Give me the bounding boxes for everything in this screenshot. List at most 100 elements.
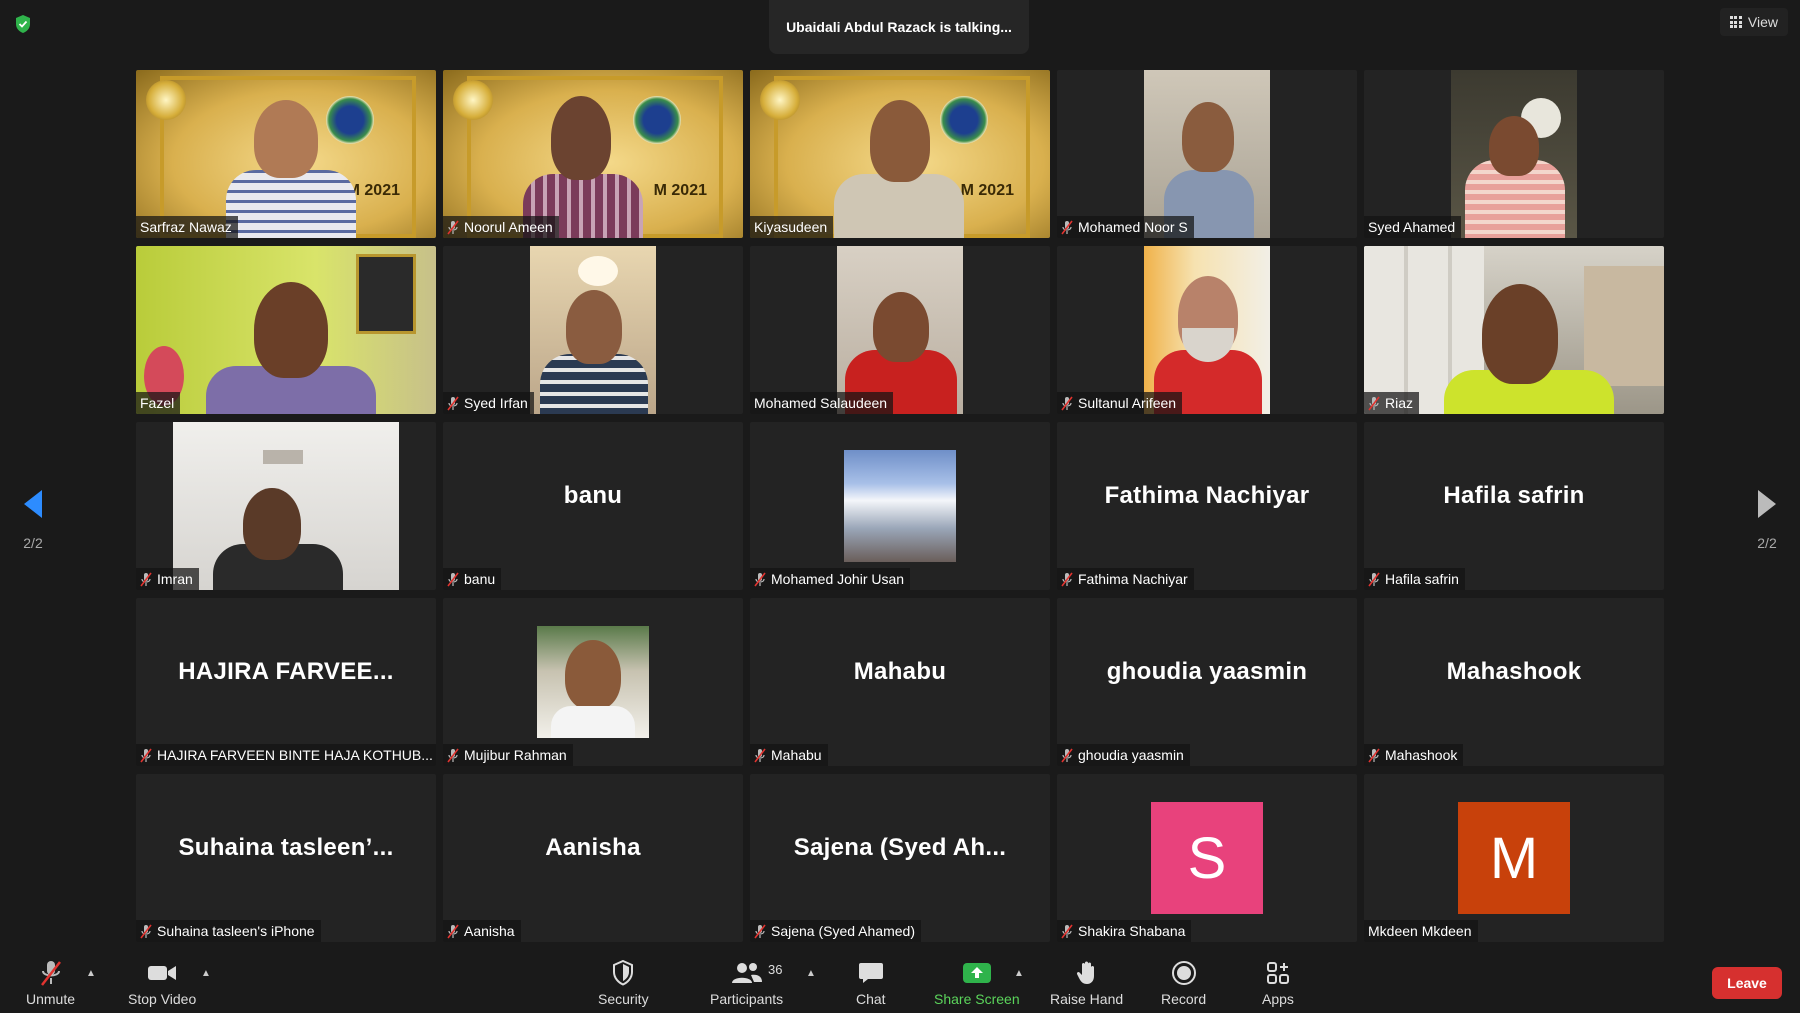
shield-icon	[612, 959, 634, 987]
participant-tile[interactable]: Mahashook Mahashook	[1364, 598, 1664, 766]
next-page-button[interactable]: 2/2	[1752, 488, 1782, 551]
muted-mic-icon	[754, 924, 766, 938]
security-button[interactable]: Security	[598, 959, 649, 1007]
apps-button[interactable]: Apps	[1262, 959, 1294, 1007]
record-icon	[1171, 959, 1197, 987]
share-screen-button[interactable]: Share Screen	[934, 959, 1020, 1007]
previous-page-button[interactable]: 2/2	[18, 488, 48, 551]
participant-tile[interactable]: Suhaina tasleen’... Suhaina tasleen's iPh…	[136, 774, 436, 942]
participant-name: Fazel	[140, 395, 175, 411]
participant-video: M 2021	[136, 70, 436, 238]
leave-button[interactable]: Leave	[1712, 967, 1782, 999]
participant-name: Hafila safrin	[1385, 571, 1459, 587]
participant-name-label: Mahashook	[1364, 744, 1464, 766]
share-options-caret[interactable]: ▲	[1014, 968, 1024, 979]
participant-tile[interactable]: Mahabu Mahabu	[750, 598, 1050, 766]
record-button[interactable]: Record	[1161, 959, 1206, 1007]
muted-mic-icon	[1061, 748, 1073, 762]
participant-name: Mohamed Salaudeen	[754, 395, 888, 411]
raise-hand-button[interactable]: Raise Hand	[1050, 959, 1123, 1007]
participant-video	[1451, 70, 1577, 238]
participant-tile[interactable]: Mohamed Salaudeen	[750, 246, 1050, 414]
stop-video-label: Stop Video	[128, 991, 197, 1007]
participant-name: Mahashook	[1385, 747, 1458, 763]
participant-tile[interactable]: M 2021 Sarfraz Nawaz	[136, 70, 436, 238]
participant-tile[interactable]: Syed Ahamed	[1364, 70, 1664, 238]
participant-name-label: Sajena (Syed Ahamed)	[750, 920, 921, 942]
participant-name: Mahabu	[771, 747, 822, 763]
participant-video	[136, 246, 436, 414]
participants-label: Participants	[710, 991, 784, 1007]
participant-tile[interactable]: Syed Irfan	[443, 246, 743, 414]
muted-mic-icon	[754, 572, 766, 586]
participant-display-name: Suhaina tasleen’...	[178, 834, 394, 861]
participant-name: ghoudia yaasmin	[1078, 747, 1184, 763]
participant-display-name: Mahabu	[853, 658, 947, 685]
participant-name-label: Mohamed Noor S	[1057, 216, 1194, 238]
participant-name: Syed Irfan	[464, 395, 528, 411]
participant-tile[interactable]: Mohamed Noor S	[1057, 70, 1357, 238]
chat-bubble-icon	[858, 959, 884, 987]
video-options-caret[interactable]: ▲	[201, 968, 211, 979]
muted-mic-icon	[447, 572, 459, 586]
participant-tile[interactable]: M Mkdeen Mkdeen	[1364, 774, 1664, 942]
muted-mic-icon	[1061, 220, 1073, 234]
participant-name-label: Noorul Ameen	[443, 216, 559, 238]
stop-video-button[interactable]: Stop Video	[128, 959, 196, 1007]
participant-name-label: HAJIRA FARVEEN BINTE HAJA KOTHUB...	[136, 744, 436, 766]
microphone-muted-icon	[38, 959, 64, 987]
participant-tile[interactable]: Riaz	[1364, 246, 1664, 414]
profile-picture	[844, 450, 956, 562]
participant-tile[interactable]: Aanisha Aanisha	[443, 774, 743, 942]
participant-name: Shakira Shabana	[1078, 923, 1186, 939]
participant-tile[interactable]: Sultanul Arifeen	[1057, 246, 1357, 414]
participant-tile[interactable]: banu banu	[443, 422, 743, 590]
page-indicator-right: 2/2	[1757, 535, 1777, 551]
chat-button[interactable]: Chat	[856, 959, 886, 1007]
participant-name-label: Suhaina tasleen's iPhone	[136, 920, 321, 942]
participant-tile[interactable]: M 2021 Kiyasudeen	[750, 70, 1050, 238]
participant-name-label: Imran	[136, 568, 199, 590]
security-label: Security	[598, 991, 649, 1007]
participant-tile[interactable]: Fathima Nachiyar Fathima Nachiyar	[1057, 422, 1357, 590]
participant-tile[interactable]: Sajena (Syed Ah... Sajena (Syed Ahamed)	[750, 774, 1050, 942]
video-gallery: M 2021 Sarfraz Nawaz M 2021 Noorul Ameen M 2…	[136, 70, 1664, 942]
unmute-button[interactable]: Unmute	[26, 959, 75, 1007]
participant-name: Mujibur Rahman	[464, 747, 567, 763]
participant-name-label: Aanisha	[443, 920, 521, 942]
participant-name-label: Mahabu	[750, 744, 828, 766]
left-arrow-icon	[24, 490, 42, 518]
participant-tile[interactable]: HAJIRA FARVEE... HAJIRA FARVEEN BINTE HAJ…	[136, 598, 436, 766]
participant-display-name: Hafila safrin	[1443, 482, 1585, 509]
active-speaker-banner: Ubaidali Abdul Razack is talking...	[769, 0, 1029, 54]
participant-name: Syed Ahamed	[1368, 219, 1456, 235]
participant-name-label: Syed Ahamed	[1364, 216, 1462, 238]
participant-tile[interactable]: Mohamed Johir Usan	[750, 422, 1050, 590]
participant-tile[interactable]: S Shakira Shabana	[1057, 774, 1357, 942]
participant-tile[interactable]: Fazel	[136, 246, 436, 414]
encryption-shield-icon[interactable]	[14, 14, 32, 34]
participant-name: Fathima Nachiyar	[1078, 571, 1188, 587]
participant-tile[interactable]: M 2021 Noorul Ameen	[443, 70, 743, 238]
participant-name-label: banu	[443, 568, 502, 590]
view-button[interactable]: View	[1719, 8, 1788, 36]
participant-video: M 2021	[750, 70, 1050, 238]
participant-tile[interactable]: Hafila safrin Hafila safrin	[1364, 422, 1664, 590]
page-indicator-left: 2/2	[23, 535, 43, 551]
hand-icon	[1076, 959, 1098, 987]
video-camera-icon	[147, 959, 177, 987]
share-screen-label: Share Screen	[934, 991, 1020, 1007]
share-screen-icon	[962, 959, 992, 987]
participant-name: Mohamed Noor S	[1078, 219, 1188, 235]
participant-name-label: Shakira Shabana	[1057, 920, 1192, 942]
view-label: View	[1747, 14, 1778, 30]
participant-tile[interactable]: ghoudia yaasmin ghoudia yaasmin	[1057, 598, 1357, 766]
audio-options-caret[interactable]: ▲	[86, 968, 96, 979]
letter-avatar: S	[1151, 802, 1263, 914]
participant-name: Noorul Ameen	[464, 219, 553, 235]
profile-picture	[537, 626, 649, 738]
participant-tile[interactable]: Imran	[136, 422, 436, 590]
participant-tile[interactable]: Mujibur Rahman	[443, 598, 743, 766]
participants-options-caret[interactable]: ▲	[806, 968, 816, 979]
unmute-label: Unmute	[26, 991, 76, 1007]
